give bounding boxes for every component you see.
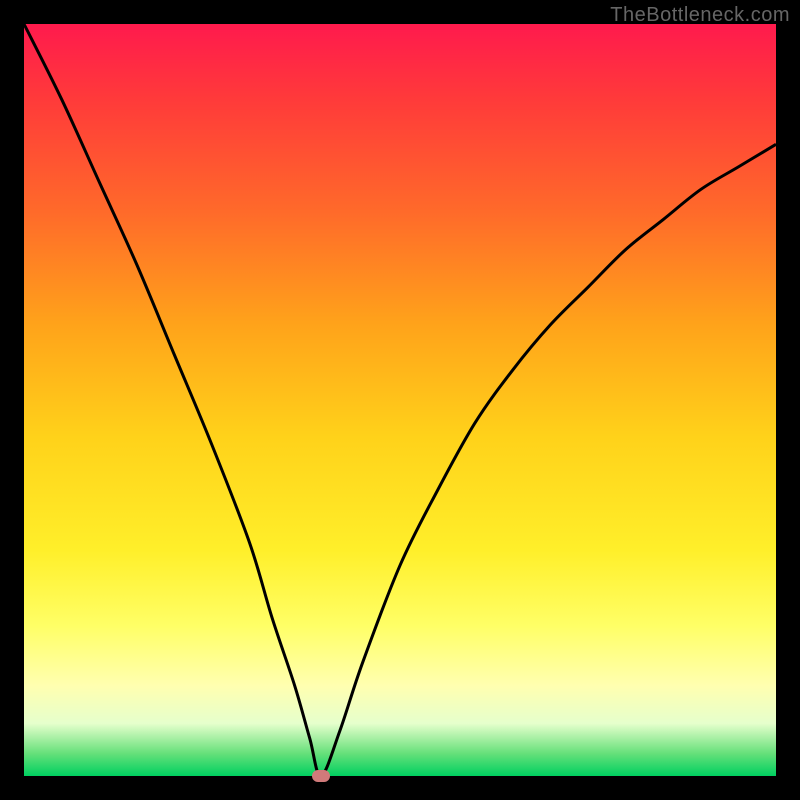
- bottleneck-curve: [24, 24, 776, 776]
- bottleneck-marker: [312, 770, 330, 782]
- watermark-text: TheBottleneck.com: [610, 4, 790, 27]
- curve-path: [24, 24, 776, 776]
- plot-area: [24, 24, 776, 776]
- chart-frame: TheBottleneck.com: [0, 0, 800, 800]
